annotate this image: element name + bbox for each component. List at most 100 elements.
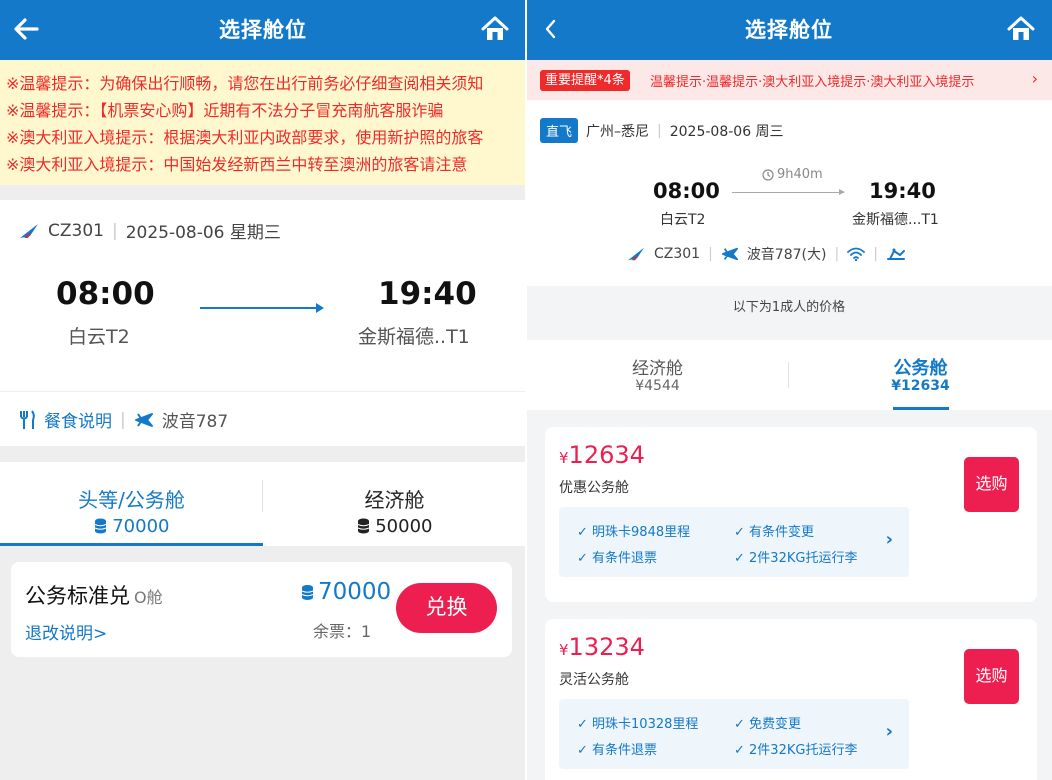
fare-perks[interactable]: ✓ 明珠卡10328里程 ✓ 免费变更 ✓ 有条件退票 ✓ 2件32KG托运行李… — [559, 699, 909, 769]
wifi-icon — [847, 247, 866, 261]
offer-points: 70000 — [301, 579, 391, 605]
arrival-airport: 金斯福德...T1 — [852, 212, 939, 228]
route-cities: 广州–悉尼 — [586, 123, 650, 140]
fare-card: ¥13234 灵活公务舱 ✓ 明珠卡10328里程 ✓ 免费变更 ✓ 有条件退票… — [545, 619, 1037, 780]
remaining-seats: 余票：1 — [313, 622, 372, 641]
airline-logo-icon — [18, 222, 40, 240]
tab-points: 50000 — [263, 516, 526, 537]
panel-divider — [525, 0, 527, 780]
screen: 选择舱位 ※温馨提示：为确保出行顺畅，请您在出行前务必仔细查阅相关须知 ※温馨提… — [0, 0, 1052, 780]
flight-extras: 餐食说明 | 波音787 — [18, 407, 228, 432]
fare-name: 灵活公务舱 — [559, 672, 629, 688]
chevron-right-icon: › — [1031, 69, 1038, 88]
divider: | — [111, 220, 118, 241]
fare-price: ¥13234 — [559, 633, 645, 661]
page-title: 选择舱位 — [745, 18, 833, 42]
fare-perks[interactable]: ✓ 明珠卡9848里程 ✓ 有条件变更 ✓ 有条件退票 ✓ 2件32KG托运行李… — [559, 507, 909, 577]
important-alert-bar[interactable]: 重要提醒*4条 温馨提示·温馨提示·澳大利亚入境提示·澳大利亚入境提示 › — [526, 60, 1052, 100]
arrival-time: 19:40 — [378, 276, 477, 312]
right-header: 选择舱位 — [526, 0, 1052, 60]
direct-flight-tag: 直飞 — [540, 118, 579, 143]
fare-price: ¥12634 — [559, 441, 645, 469]
tab-price: ¥4544 — [635, 378, 680, 394]
divider: | — [834, 246, 840, 262]
cabin-tabs: 经济舱 ¥4544 公务舱 ¥12634 — [526, 340, 1052, 410]
tab-price: ¥12634 — [891, 378, 950, 394]
page-title: 选择舱位 — [219, 18, 307, 42]
perk-item: ✓ 有条件变更 — [734, 525, 815, 540]
divider: | — [873, 246, 878, 262]
perk-item: ✓ 2件32KG托运行李 — [734, 551, 858, 566]
perk-item: ✓ 2件32KG托运行李 — [734, 743, 858, 758]
departure-time: 08:00 — [653, 179, 720, 203]
aircraft-type: 波音787 — [161, 412, 229, 432]
airline-logo-icon — [626, 246, 646, 262]
coins-icon — [301, 584, 314, 601]
tab-points: 70000 — [0, 516, 263, 537]
plane-icon — [721, 246, 739, 262]
redeem-button[interactable]: 兑换 — [396, 583, 497, 633]
arrival-time: 19:40 — [869, 179, 936, 203]
perk-item: ✓ 有条件退票 — [577, 743, 658, 758]
cabin-tabs: 头等/公务舱 70000 经济舱 50000 — [0, 462, 526, 546]
fare-card: ¥12634 优惠公务舱 ✓ 明珠卡9848里程 ✓ 有条件变更 ✓ 有条件退票… — [545, 427, 1037, 602]
refund-rules-link[interactable]: 退改说明> — [25, 619, 107, 644]
divider: | — [708, 246, 713, 262]
offer-name: 公务标准兑 O舱 — [25, 584, 163, 608]
tab-label: 公务舱 — [893, 358, 948, 379]
route-line: 直飞 广州–悉尼 | 2025-08-06 周三 — [540, 118, 784, 143]
departure-airport: 白云T2 — [660, 212, 706, 228]
divider: | — [120, 409, 126, 430]
tab-economy[interactable]: 经济舱 50000 — [263, 462, 526, 546]
tab-business[interactable]: 公务舱 ¥12634 — [789, 340, 1052, 410]
home-icon[interactable] — [480, 14, 510, 44]
buy-button[interactable]: 选购 — [964, 457, 1019, 512]
left-panel: 选择舱位 ※温馨提示：为确保出行顺畅，请您在出行前务必仔细查阅相关须知 ※温馨提… — [0, 0, 526, 780]
notice-line: ※温馨提示：【机票安心购】近期有不法分子冒充南航客服诈骗 — [6, 101, 444, 120]
alert-badge: 重要提醒*4条 — [540, 70, 630, 91]
flight-number: CZ301 — [654, 246, 701, 262]
flight-date: 2025-08-06 星期三 — [125, 223, 281, 243]
coins-icon — [357, 518, 370, 534]
cabin-class: O舱 — [134, 588, 163, 607]
buy-button[interactable]: 选购 — [964, 649, 1019, 704]
meal-info-link[interactable]: 餐食说明 — [44, 407, 112, 432]
tab-label: 头等/公务舱 — [78, 488, 185, 512]
perk-item: ✓ 明珠卡10328里程 — [577, 717, 699, 732]
plane-icon — [134, 411, 154, 429]
left-header: 选择舱位 — [0, 0, 526, 60]
flight-number: CZ301 — [48, 220, 104, 241]
flight-header: CZ301 | 2025-08-06 星期三 — [18, 218, 281, 243]
divider — [0, 391, 526, 392]
alert-text: 温馨提示·温馨提示·澳大利亚入境提示·澳大利亚入境提示 — [650, 75, 975, 90]
clock-icon — [762, 168, 774, 181]
departure-time: 08:00 — [56, 276, 155, 312]
tab-economy[interactable]: 经济舱 ¥4544 — [526, 340, 789, 410]
notice-line: ※澳大利亚入境提示：根据澳大利亚内政部要求，使用新护照的旅客 — [6, 128, 484, 147]
tab-label: 经济舱 — [364, 488, 425, 512]
flight-summary: 直飞 广州–悉尼 | 2025-08-06 周三 08:00 白云T2 9h40… — [526, 100, 1052, 286]
perk-item: ✓ 有条件退票 — [577, 551, 658, 566]
active-tab-indicator — [893, 407, 949, 410]
notice-line: ※温馨提示：为确保出行顺畅，请您在出行前务必仔细查阅相关须知 — [6, 74, 484, 93]
flight-duration: 9h40m — [762, 167, 823, 182]
route-arrow — [732, 189, 845, 195]
divider: | — [657, 122, 662, 139]
redeem-offer-card: 公务标准兑 O舱 退改说明> 70000 余票：1 兑换 — [11, 562, 512, 657]
tab-label: 经济舱 — [632, 359, 683, 379]
route-arrow — [200, 303, 324, 313]
arrival-airport: 金斯福德..T1 — [358, 326, 470, 348]
notice-line: ※澳大利亚入境提示：中国始发经新西兰中转至澳洲的旅客请注意 — [6, 155, 468, 174]
coins-icon — [94, 518, 107, 534]
chevron-right-icon: › — [885, 529, 893, 550]
meal-icon — [18, 409, 36, 430]
notice-banner[interactable]: ※温馨提示：为确保出行顺畅，请您在出行前务必仔细查阅相关须知 ※温馨提示：【机票… — [0, 60, 526, 185]
perk-item: ✓ 明珠卡9848里程 — [577, 525, 691, 540]
home-icon[interactable] — [1006, 14, 1036, 44]
flight-info-card: CZ301 | 2025-08-06 星期三 08:00 白云T2 19:40 … — [0, 200, 526, 446]
perk-item: ✓ 免费变更 — [734, 717, 802, 732]
flight-meta: CZ301 | 波音787(大) | | — [626, 244, 906, 264]
seat-recline-icon — [886, 247, 906, 261]
tab-first-business[interactable]: 头等/公务舱 70000 — [0, 462, 263, 546]
price-note: 以下为1成人的价格 — [732, 300, 846, 315]
